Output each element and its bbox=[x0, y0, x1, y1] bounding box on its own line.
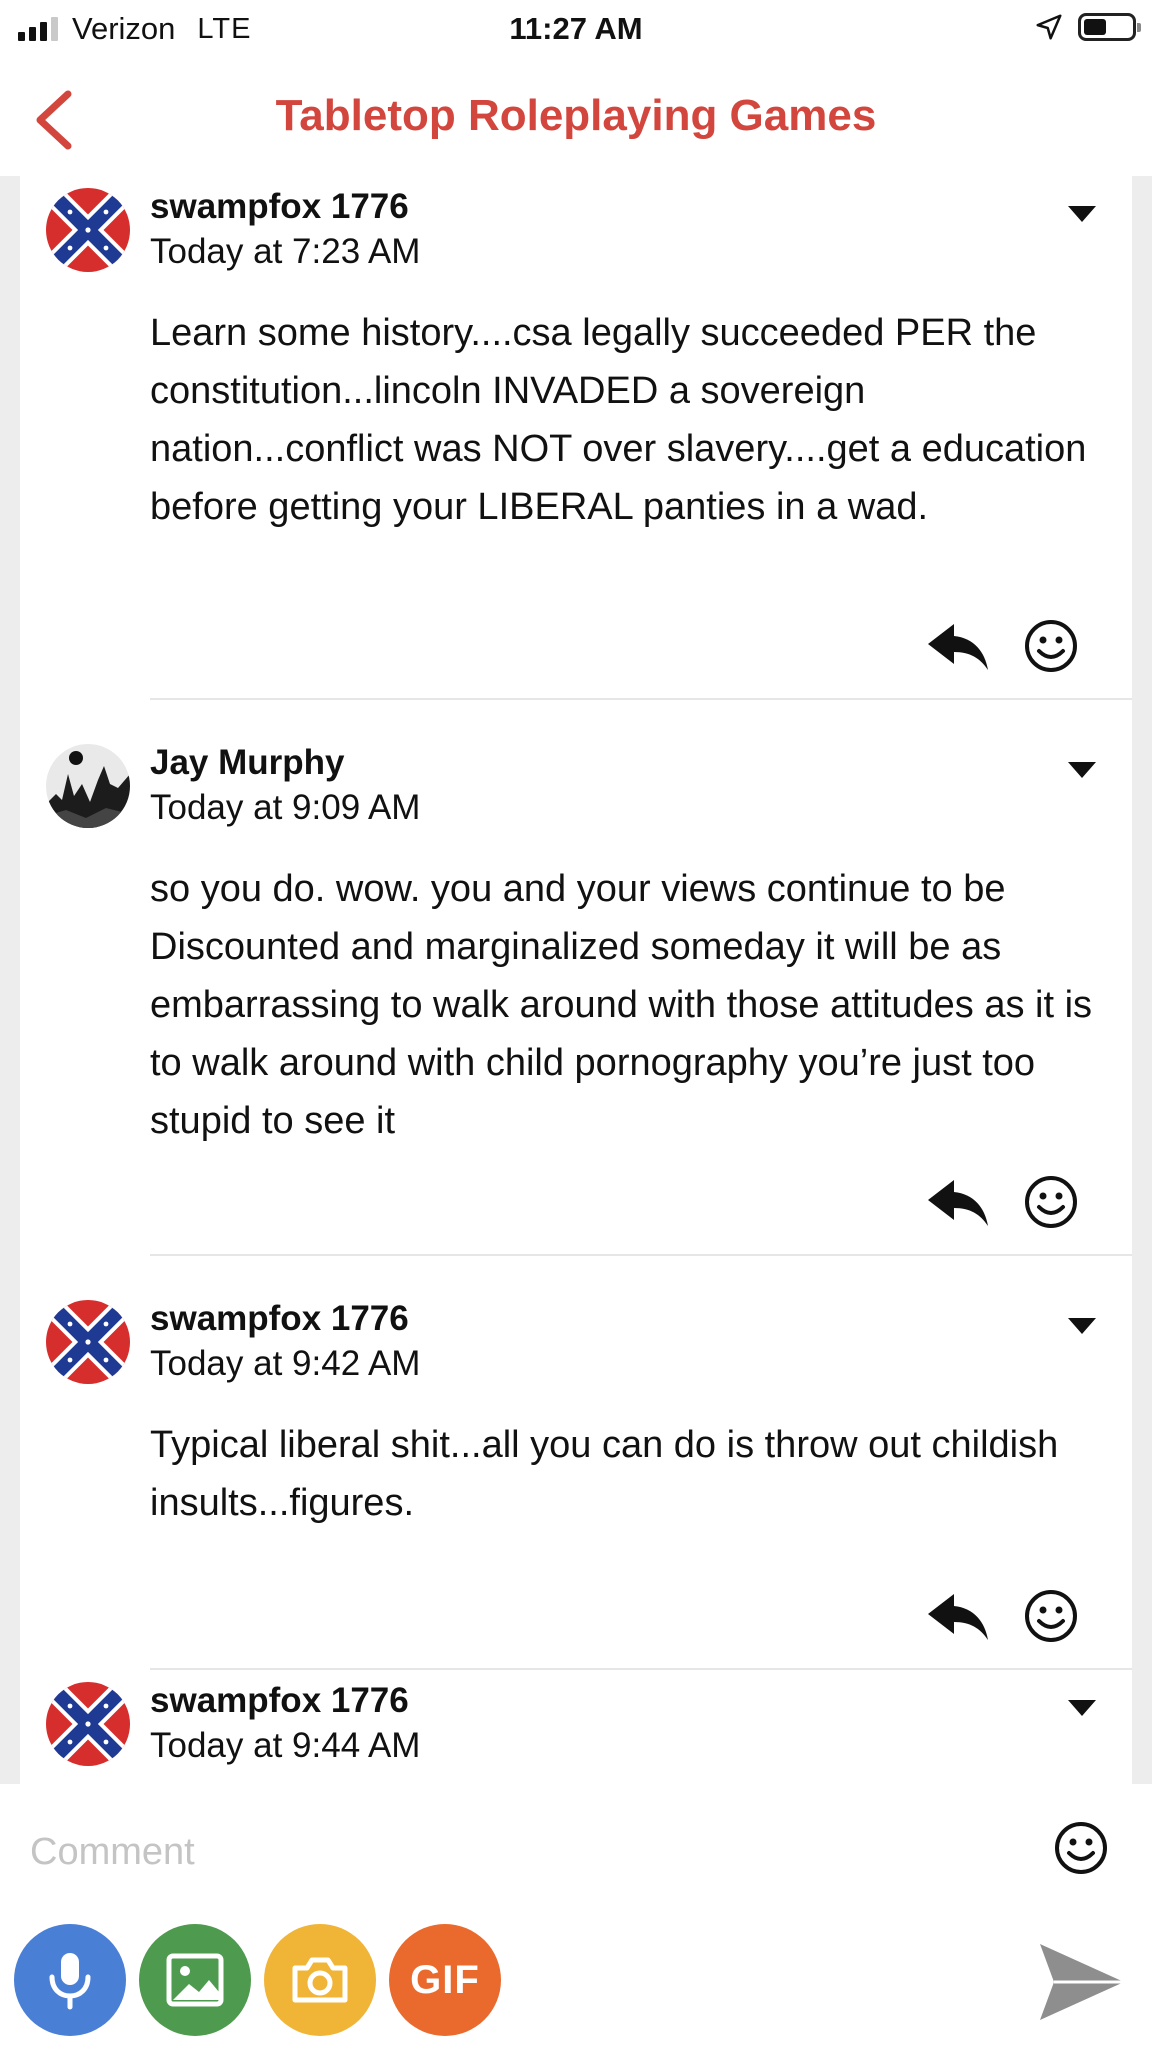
image-icon bbox=[166, 1953, 224, 2007]
reply-icon bbox=[928, 1594, 988, 1640]
send-icon bbox=[1040, 1944, 1124, 2020]
smiley-icon bbox=[1025, 1590, 1077, 1642]
caret-down-icon bbox=[1068, 762, 1096, 778]
comment-item: swampfox 1776 Today at 7:23 AM Learn som… bbox=[20, 176, 1132, 700]
dark-landscape-avatar-icon bbox=[46, 744, 130, 828]
status-right bbox=[1034, 12, 1141, 42]
location-arrow-icon bbox=[1036, 14, 1062, 40]
comment-author[interactable]: swampfox 1776 bbox=[150, 1298, 409, 1340]
comment-item: swampfox 1776 Today at 9:44 AM bbox=[20, 1670, 1132, 1784]
comment-text: Typical liberal shit...all you can do is… bbox=[150, 1424, 1059, 1524]
comment-author[interactable]: swampfox 1776 bbox=[150, 1680, 409, 1722]
comment-timestamp: Today at 9:09 AM bbox=[150, 788, 421, 827]
comment-menu-button[interactable] bbox=[1062, 1310, 1102, 1340]
clock: 11:27 AM bbox=[509, 11, 643, 46]
reply-icon bbox=[928, 624, 988, 670]
react-button[interactable] bbox=[1023, 618, 1079, 674]
confederate-flag-icon bbox=[46, 188, 130, 272]
page-title: Tabletop Roleplaying Games bbox=[275, 91, 877, 140]
comment-author[interactable]: swampfox 1776 bbox=[150, 186, 409, 228]
gif-label: GIF bbox=[410, 1957, 480, 2002]
comment-text: Learn some history....csa legally succee… bbox=[150, 312, 1087, 528]
avatar[interactable] bbox=[46, 744, 130, 828]
microphone-button[interactable] bbox=[14, 1924, 126, 2036]
react-button[interactable] bbox=[1023, 1174, 1079, 1230]
send-button[interactable] bbox=[1034, 1934, 1130, 2030]
smiley-icon bbox=[1025, 1176, 1077, 1228]
comment-input[interactable] bbox=[30, 1810, 1030, 1894]
confederate-flag-icon bbox=[46, 1300, 130, 1384]
react-button[interactable] bbox=[1023, 1588, 1079, 1644]
divider bbox=[150, 698, 1132, 700]
smiley-icon bbox=[1055, 1822, 1107, 1874]
caret-down-icon bbox=[1068, 1700, 1096, 1716]
microphone-icon bbox=[49, 1953, 91, 2010]
comment-item: swampfox 1776 Today at 9:42 AM Typical l… bbox=[20, 1288, 1132, 1670]
reply-button[interactable] bbox=[924, 618, 992, 674]
image-button[interactable] bbox=[139, 1924, 251, 2036]
comment-timestamp: Today at 9:42 AM bbox=[150, 1344, 421, 1383]
camera-icon bbox=[292, 1957, 348, 2003]
comment-menu-button[interactable] bbox=[1062, 1692, 1102, 1722]
status-bar: Verizon LTE 11:27 AM bbox=[0, 0, 1152, 58]
reply-icon bbox=[928, 1180, 988, 1226]
battery-icon bbox=[1078, 13, 1141, 41]
comment-timestamp: Today at 7:23 AM bbox=[150, 232, 421, 271]
reply-button[interactable] bbox=[924, 1588, 992, 1644]
caret-down-icon bbox=[1068, 206, 1096, 222]
comment-menu-button[interactable] bbox=[1062, 754, 1102, 784]
emoji-picker-button[interactable] bbox=[1053, 1820, 1109, 1876]
comment-feed[interactable]: swampfox 1776 Today at 7:23 AM Learn som… bbox=[0, 176, 1152, 1784]
divider bbox=[150, 1254, 1132, 1256]
avatar[interactable] bbox=[46, 188, 130, 272]
comment-menu-button[interactable] bbox=[1062, 198, 1102, 228]
avatar[interactable] bbox=[46, 1682, 130, 1766]
camera-button[interactable] bbox=[264, 1924, 376, 2036]
comment-timestamp: Today at 9:44 AM bbox=[150, 1726, 421, 1765]
confederate-flag-icon bbox=[46, 1682, 130, 1766]
avatar[interactable] bbox=[46, 1300, 130, 1384]
nav-bar: Tabletop Roleplaying Games bbox=[0, 58, 1152, 176]
reply-button[interactable] bbox=[924, 1174, 992, 1230]
comment-composer: GIF bbox=[0, 1784, 1152, 2048]
smiley-icon bbox=[1025, 620, 1077, 672]
comment-text: so you do. wow. you and your views conti… bbox=[150, 868, 1093, 1142]
comment-item: Jay Murphy Today at 9:09 AM so you do. w… bbox=[20, 732, 1132, 1256]
comment-author[interactable]: Jay Murphy bbox=[150, 742, 345, 784]
gif-button[interactable]: GIF bbox=[389, 1924, 501, 2036]
caret-down-icon bbox=[1068, 1318, 1096, 1334]
